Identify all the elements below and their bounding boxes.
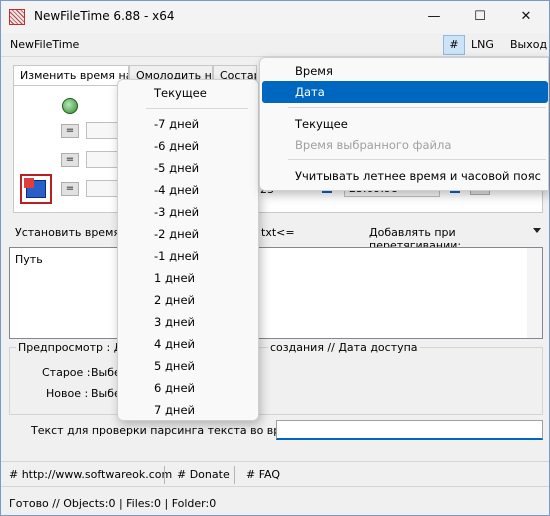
- new-label: Новое :: [46, 387, 89, 400]
- close-button[interactable]: ✕: [503, 1, 549, 33]
- link-separator: [234, 466, 235, 484]
- days-menu-item[interactable]: -2 дней: [118, 223, 258, 245]
- parse-test-input[interactable]: [276, 420, 543, 440]
- days-menu-current[interactable]: Текущее: [118, 82, 258, 104]
- file-list[interactable]: Путь: [9, 247, 543, 339]
- calendar-icon[interactable]: [20, 174, 52, 204]
- list-column-path[interactable]: Путь: [15, 253, 43, 266]
- days-menu-item[interactable]: 5 дней: [118, 355, 258, 377]
- days-menu-item[interactable]: -7 дней: [118, 113, 258, 135]
- app-window: NewFileTime 6.88 - x64 — ☐ ✕ NewFileTime…: [0, 0, 550, 516]
- days-menu-item[interactable]: 2 дней: [118, 289, 258, 311]
- tab-change-time[interactable]: Изменить время на: [13, 65, 129, 85]
- parse-test-label: Текст для проверки парсинга текста во вр…: [31, 424, 302, 437]
- days-menu-item[interactable]: 6 дней: [118, 377, 258, 399]
- menu-language[interactable]: LNG: [471, 38, 494, 51]
- txt-filter-label: txt<=: [261, 226, 295, 239]
- equals-button-2[interactable]: =: [61, 153, 79, 167]
- menu-newfiletime[interactable]: NewFileTime: [10, 38, 79, 51]
- hash-menu-time[interactable]: Время: [262, 60, 548, 82]
- menu-bar: NewFileTime # LNG Выход: [1, 33, 549, 57]
- days-menu-item[interactable]: -5 дней: [118, 157, 258, 179]
- preview-group: Предпросмотр : Д создания // Дата доступ…: [9, 341, 543, 415]
- days-menu-item[interactable]: -4 дней: [118, 179, 258, 201]
- days-menu: Текущее -7 дней -6 дней -5 дней -4 дней …: [117, 79, 259, 421]
- menu-separator: [288, 159, 546, 160]
- hash-menu-current[interactable]: Текущее: [262, 113, 548, 135]
- preview-label: Предпросмотр : Д: [16, 341, 125, 354]
- chevron-down-icon[interactable]: [533, 228, 541, 233]
- days-menu-item[interactable]: -1 дней: [118, 245, 258, 267]
- menu-separator: [288, 107, 546, 108]
- days-menu-item[interactable]: 3 дней: [118, 311, 258, 333]
- menu-separator: [146, 108, 248, 109]
- status-bar: Готово // Objects:0 | Files:0 | Folder:0: [1, 489, 549, 515]
- menu-exit[interactable]: Выход: [510, 38, 547, 51]
- menu-hash[interactable]: #: [443, 35, 465, 55]
- link-donate[interactable]: # Donate: [177, 468, 230, 481]
- days-menu-item[interactable]: -3 дней: [118, 201, 258, 223]
- days-menu-item[interactable]: 1 дней: [118, 267, 258, 289]
- link-website[interactable]: # http://www.softwareok.com: [9, 468, 172, 481]
- equals-button-3[interactable]: =: [61, 182, 79, 196]
- refresh-icon[interactable]: [62, 98, 78, 114]
- minimize-button[interactable]: —: [411, 1, 457, 33]
- set-time-label: Установить время: [15, 226, 120, 239]
- equals-button-1[interactable]: =: [61, 124, 79, 138]
- status-text: Готово // Objects:0 | Files:0 | Folder:0: [9, 497, 217, 510]
- title-bar: NewFileTime 6.88 - x64 — ☐ ✕: [1, 1, 549, 33]
- window-title: NewFileTime 6.88 - x64: [34, 9, 175, 23]
- link-faq[interactable]: # FAQ: [246, 468, 280, 481]
- days-menu-item[interactable]: -6 дней: [118, 135, 258, 157]
- hash-menu-dst[interactable]: Учитывать летнее время и часовой пояс: [262, 165, 548, 187]
- list-scrollbar[interactable]: [527, 248, 542, 338]
- days-menu-item[interactable]: 7 дней: [118, 399, 258, 421]
- links-bar: # http://www.softwareok.com # Donate # F…: [1, 461, 549, 487]
- app-logo-icon: [9, 9, 25, 25]
- old-label: Старое :: [42, 366, 91, 379]
- hash-menu-date[interactable]: Дата: [262, 81, 548, 103]
- link-separator: [164, 466, 165, 484]
- preview-columns: создания // Дата доступа: [268, 341, 420, 354]
- hash-menu-file-time: Время выбранного файла: [295, 138, 452, 152]
- maximize-button[interactable]: ☐: [457, 1, 503, 33]
- days-menu-item[interactable]: 4 дней: [118, 333, 258, 355]
- hash-menu: Время Дата Текущее Время выбранного файл…: [259, 57, 549, 191]
